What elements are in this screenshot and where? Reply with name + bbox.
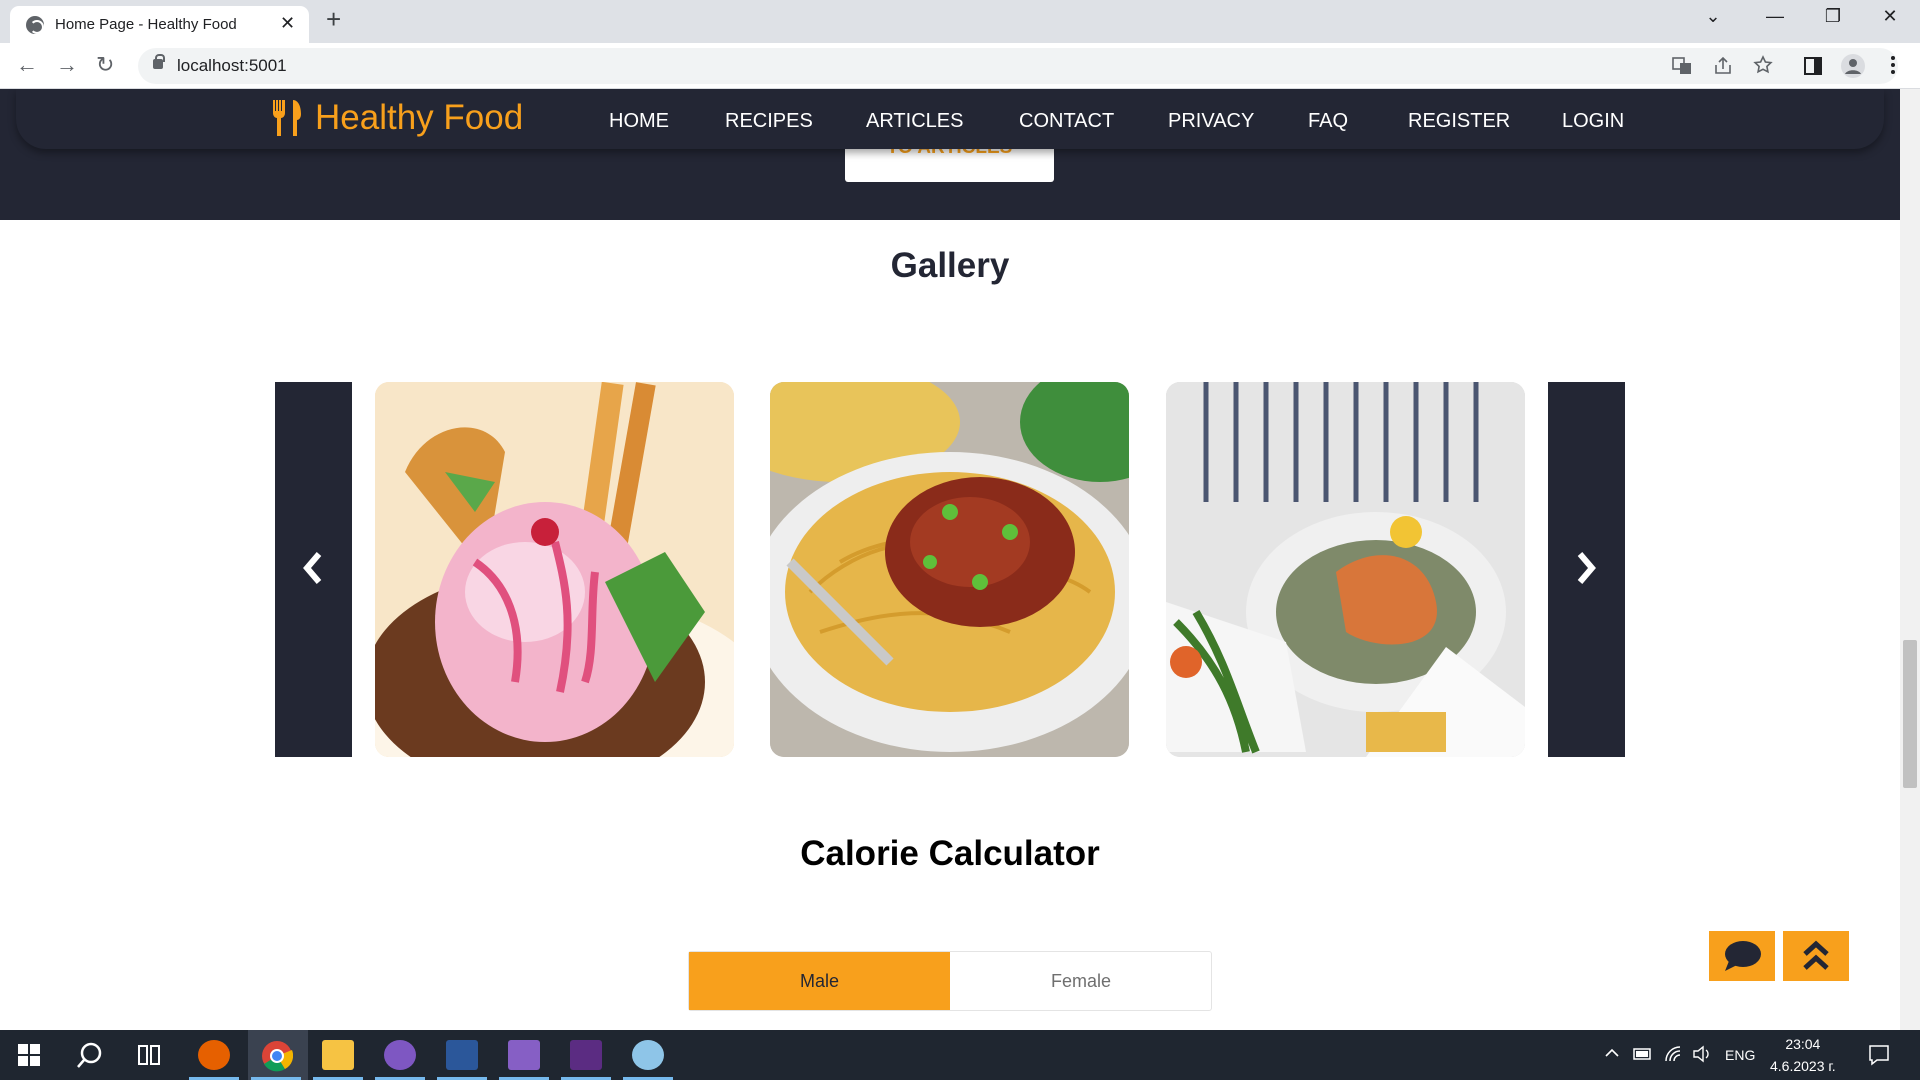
nav-home[interactable]: HOME (609, 110, 669, 133)
close-tab-icon[interactable]: ✕ (280, 13, 295, 34)
male-option[interactable]: Male (689, 952, 950, 1010)
globe-icon (26, 16, 44, 34)
nav-recipes[interactable]: RECIPES (725, 110, 813, 133)
tab-title: Home Page - Healthy Food (55, 16, 237, 33)
search-icon[interactable] (76, 1041, 104, 1069)
fork-knife-icon (273, 100, 301, 136)
share-icon[interactable] (1713, 56, 1733, 76)
new-tab-button[interactable]: + (326, 4, 341, 35)
salmon-illustration (1166, 382, 1525, 757)
terminal-icon[interactable] (570, 1040, 602, 1070)
language-indicator[interactable]: ENG (1725, 1047, 1755, 1063)
gallery-image-salmon[interactable] (1166, 382, 1525, 757)
volume-icon[interactable] (1692, 1045, 1712, 1063)
page-viewport: TO ARTICLES Healthy Food HOME RECIPES AR… (0, 89, 1900, 1030)
reload-button[interactable]: ↻ (96, 52, 114, 78)
site-logo-text[interactable]: Healthy Food (315, 98, 523, 138)
chevron-left-icon (303, 552, 322, 584)
visual-studio-icon[interactable] (508, 1040, 540, 1070)
ice-cream-illustration (375, 382, 734, 757)
profile-icon[interactable] (1841, 54, 1865, 78)
female-option[interactable]: Female (950, 952, 1212, 1010)
address-bar[interactable] (138, 48, 1898, 84)
restore-button[interactable]: ❐ (1813, 6, 1853, 27)
nav-articles[interactable]: ARTICLES (866, 110, 963, 133)
browser-tab[interactable]: Home Page - Healthy Food ✕ (10, 6, 309, 43)
translate-icon[interactable] (1672, 56, 1692, 76)
star-icon[interactable] (1753, 55, 1773, 75)
nav-privacy[interactable]: PRIVACY (1168, 110, 1254, 133)
nav-register[interactable]: REGISTER (1408, 110, 1510, 133)
nav-login[interactable]: LOGIN (1562, 110, 1624, 133)
sidebar-icon[interactable] (1803, 56, 1823, 76)
gallery-image-spaghetti[interactable] (770, 382, 1129, 757)
gallery-next-button[interactable] (1548, 382, 1625, 757)
menu-icon[interactable] (1889, 55, 1897, 75)
chevron-up-icon[interactable] (1604, 1046, 1620, 1060)
close-window-button[interactable]: ✕ (1870, 6, 1910, 27)
nav-faq[interactable]: FAQ (1308, 110, 1348, 133)
forward-button[interactable]: → (56, 52, 78, 78)
github-desktop-icon[interactable] (384, 1040, 416, 1070)
gallery-image-dessert[interactable] (375, 382, 734, 757)
scroll-to-top-button[interactable] (1783, 931, 1849, 981)
nav-contact[interactable]: CONTACT (1019, 110, 1114, 133)
site-navbar: Healthy Food HOME RECIPES ARTICLES CONTA… (16, 89, 1884, 149)
wifi-icon[interactable] (1664, 1045, 1684, 1063)
gallery-prev-button[interactable] (275, 382, 352, 757)
back-button[interactable]: ← (16, 52, 38, 78)
task-view-icon[interactable] (137, 1044, 161, 1066)
page-scrollbar[interactable] (1900, 89, 1920, 1030)
clock-time: 23:04 (1785, 1036, 1821, 1052)
gender-toggle: Male Female (688, 951, 1212, 1011)
firefox-icon[interactable] (198, 1040, 230, 1070)
chevron-right-icon (1577, 552, 1596, 584)
paint-icon[interactable] (632, 1040, 664, 1070)
minimize-button[interactable]: — (1755, 6, 1795, 27)
double-chevron-up-icon (1803, 940, 1829, 970)
url-text[interactable]: localhost:5001 (177, 56, 287, 76)
chat-button[interactable] (1709, 931, 1775, 981)
battery-icon[interactable] (1633, 1047, 1653, 1061)
notifications-icon[interactable] (1868, 1044, 1890, 1066)
calorie-calculator-title: Calorie Calculator (800, 834, 1100, 873)
scrollbar-thumb[interactable] (1903, 640, 1917, 788)
clock-date: 4.6.2023 г. (1770, 1058, 1836, 1074)
tab-search-icon[interactable]: ⌄ (1693, 6, 1733, 27)
chrome-icon[interactable] (261, 1040, 293, 1072)
file-explorer-icon[interactable] (322, 1040, 354, 1070)
spaghetti-illustration (770, 382, 1129, 757)
lock-icon[interactable] (153, 54, 165, 69)
gallery-title: Gallery (890, 246, 1010, 285)
chat-bubble-icon (1725, 941, 1761, 971)
clock[interactable]: 23:04 4.6.2023 г. (1770, 1033, 1836, 1077)
windows-start-icon[interactable] (18, 1044, 40, 1066)
word-icon[interactable] (446, 1040, 478, 1070)
